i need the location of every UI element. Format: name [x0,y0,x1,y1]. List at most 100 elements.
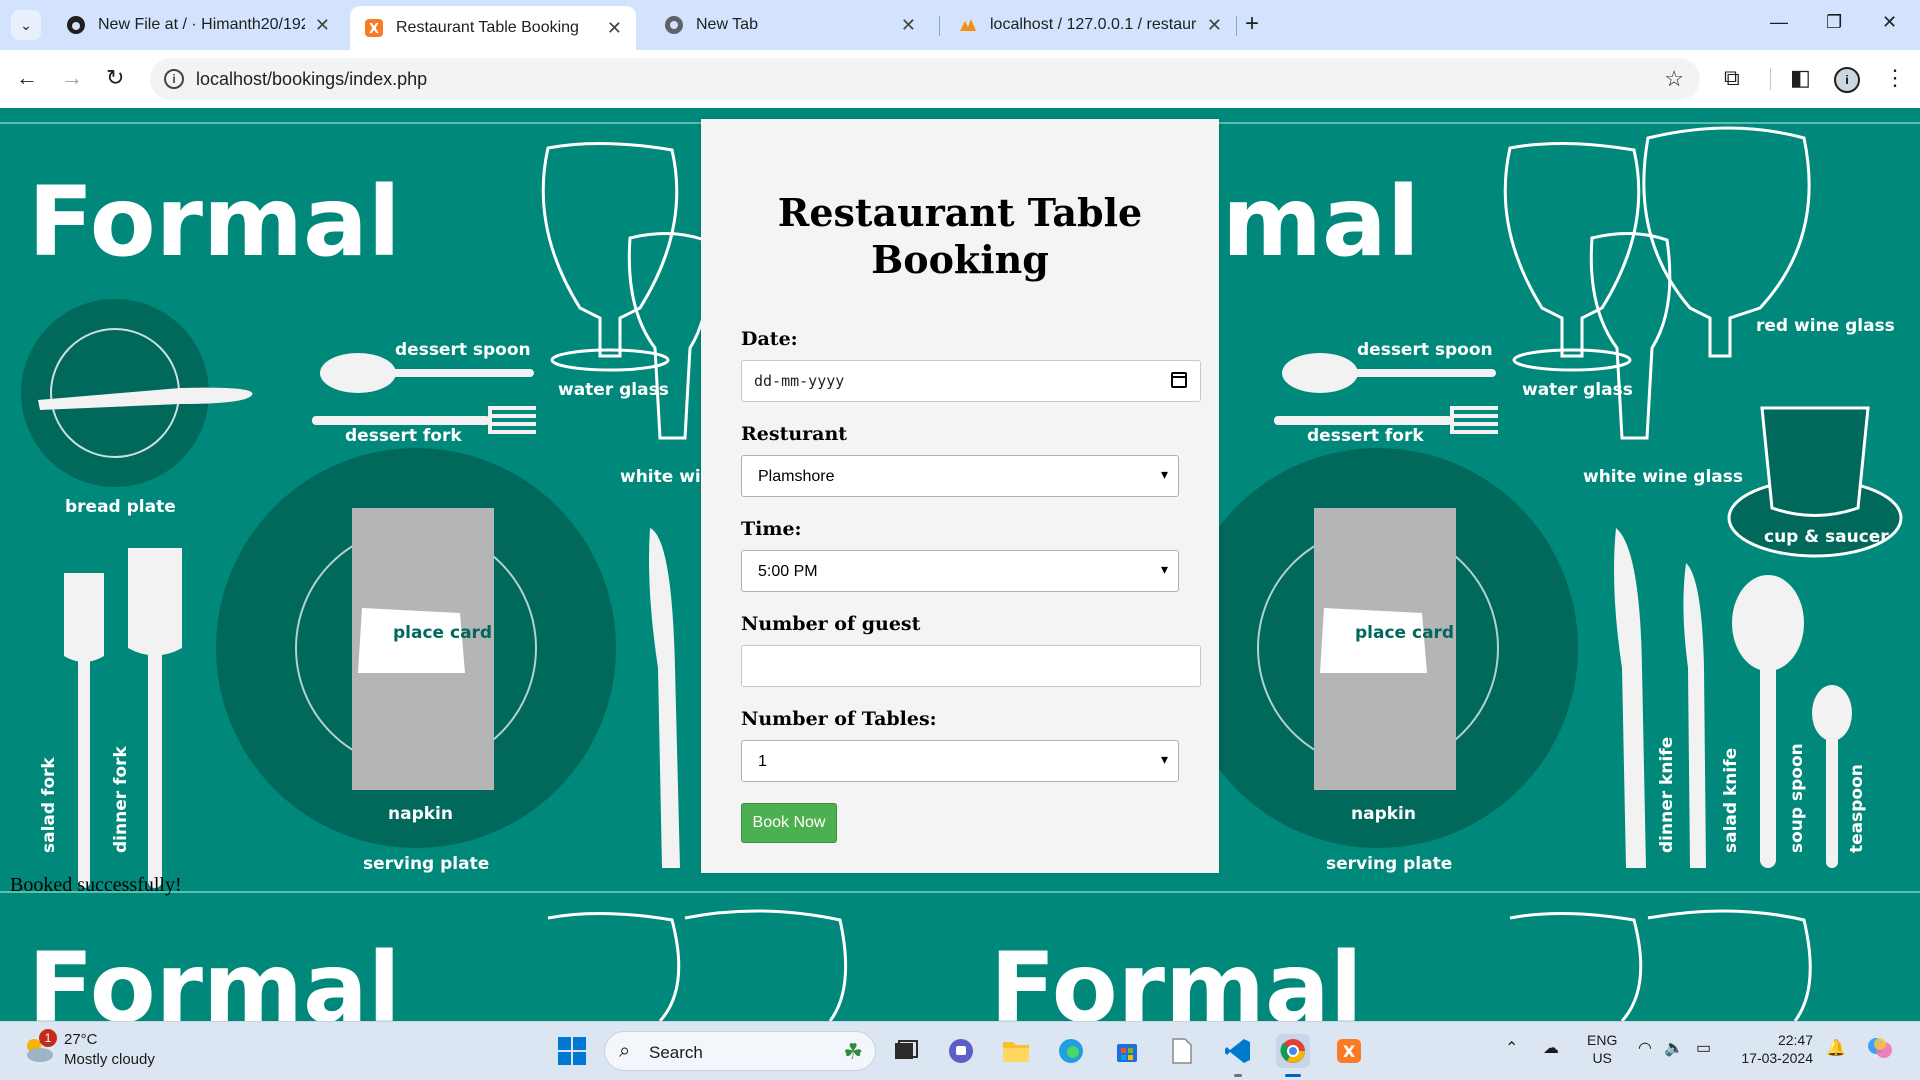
active-indicator [1285,1074,1301,1077]
page-content: Formal bread plate dessert spoon dessert… [0,108,1920,1021]
new-tab-plus-icon[interactable]: + [1245,12,1259,36]
forward-arrow-icon[interactable]: → [61,66,83,90]
restore-icon[interactable]: ❐ [1826,12,1842,33]
tables-select[interactable]: 1 ▾ [741,740,1179,782]
onedrive-cloud-icon[interactable]: ☁ [1543,1038,1559,1058]
svg-text:cup & saucer: cup & saucer [1764,527,1889,547]
notification-bell-icon[interactable]: 🔔 [1826,1038,1846,1058]
edge-browser-icon[interactable] [1054,1034,1088,1068]
shamrock-icon: ☘ [843,1039,863,1064]
wifi-icon[interactable]: ◠ [1638,1038,1652,1058]
start-windows-icon[interactable] [555,1034,589,1068]
tab-phpmyadmin[interactable]: localhost / 127.0.0.1 / restauran ✕ [944,6,1236,44]
tab-new-tab[interactable]: New Tab ✕ [650,6,930,44]
guests-label: Number of guest [741,613,921,635]
date-placeholder: dd-mm-yyyy [754,372,845,390]
copilot-icon[interactable] [1866,1034,1894,1067]
tables-label: Number of Tables: [741,708,937,730]
tab-strip: ⌄ New File at / · Himanth20/1921 ✕ X Res… [0,0,1920,50]
tab-title: Restaurant Table Booking [396,19,579,36]
svg-text:bread plate: bread plate [65,497,176,517]
tab-restaurant-booking[interactable]: X Restaurant Table Booking ✕ [350,6,636,50]
notepad-file-icon[interactable] [1165,1034,1199,1068]
bookmark-star-icon[interactable]: ☆ [1664,66,1684,92]
time-value: 5:00 PM [758,563,818,580]
tables-value: 1 [758,753,767,770]
xampp-icon: X [364,18,384,38]
restaurant-select[interactable]: Plamshore ▾ [741,455,1179,497]
time-select[interactable]: 5:00 PM ▾ [741,550,1179,592]
browser-toolbar: ← → ↻ i localhost/bookings/index.php ☆ ⧉… [0,50,1920,108]
xampp-icon[interactable]: X [1332,1034,1366,1068]
svg-text:teaspoon: teaspoon [1847,764,1867,853]
teams-chat-icon[interactable] [944,1034,978,1068]
url-text[interactable]: localhost/bookings/index.php [196,69,427,90]
extensions-icon[interactable]: ⧉ [1724,65,1740,91]
task-view-icon[interactable] [889,1034,923,1068]
svg-text:dessert fork: dessert fork [1307,426,1424,446]
svg-text:red wine glass: red wine glass [1756,316,1895,336]
guests-input[interactable] [741,645,1201,687]
back-arrow-icon[interactable]: ← [16,66,38,90]
close-icon[interactable]: ✕ [315,15,330,36]
chrome-icon[interactable] [1276,1034,1310,1068]
svg-text:dinner knife: dinner knife [1657,737,1677,853]
window-close-icon[interactable]: ✕ [1882,12,1897,33]
github-icon [66,15,86,35]
page-title: Restaurant Table Booking [701,189,1219,283]
minimize-icon[interactable]: — [1770,12,1788,33]
svg-text:X: X [1343,1042,1356,1061]
address-bar[interactable]: i localhost/bookings/index.php ☆ [150,58,1700,100]
wallpaper-word: mal [1222,166,1420,278]
close-icon[interactable]: ✕ [901,15,916,36]
system-clock[interactable]: 22:47 17-03-2024 [1733,1031,1813,1067]
title-line-1: Restaurant Table [777,190,1143,235]
close-icon[interactable]: ✕ [1207,15,1222,36]
tab-title: New File at / · Himanth20/1921 [98,16,305,33]
restaurant-label: Resturant [741,423,848,445]
svg-text:water glass: water glass [1522,380,1633,400]
svg-text:place card: place card [1355,623,1454,643]
language-indicator[interactable]: ENG US [1587,1031,1617,1067]
wallpaper-word: Formal [990,932,1363,1021]
time-label: Time: [741,518,802,540]
search-icon: ⌕ [619,1040,631,1062]
vscode-icon[interactable] [1221,1034,1255,1068]
reload-icon[interactable]: ↻ [106,66,124,90]
volume-icon[interactable]: 🔈 [1664,1038,1684,1058]
clock-time: 22:47 [1777,1032,1813,1048]
tab-github[interactable]: New File at / · Himanth20/1921 ✕ [52,6,344,44]
close-icon[interactable]: ✕ [607,18,622,39]
ms-store-icon[interactable] [1110,1034,1144,1068]
profile-avatar[interactable]: i [1834,67,1860,93]
chevron-up-icon[interactable]: ⌃ [1505,1038,1518,1058]
file-explorer-icon[interactable] [999,1034,1033,1068]
svg-text:white wine glass: white wine glass [1583,467,1743,487]
weather-description[interactable]: Mostly cloudy [64,1051,155,1068]
side-panel-icon[interactable]: ◧ [1790,65,1811,91]
weather-temperature[interactable]: 27°C [64,1031,98,1048]
svg-text:water glass: water glass [558,380,669,400]
site-info-icon[interactable]: i [164,69,184,89]
svg-text:soup spoon: soup spoon [1787,743,1807,853]
svg-text:salad fork: salad fork [39,757,59,853]
chevron-down-icon: ▾ [1160,561,1168,577]
svg-text:white win: white win [620,467,713,487]
tab-search-button[interactable]: ⌄ [11,10,41,40]
book-now-button[interactable]: Book Now [741,803,837,843]
svg-text:dessert spoon: dessert spoon [1357,340,1493,360]
booking-success-message: Booked successfully! [10,874,182,896]
taskbar-search[interactable]: ⌕ Search ☘ [604,1031,876,1071]
menu-kebab-icon[interactable]: ⋮ [1884,65,1906,91]
chevron-down-icon: ▾ [1160,466,1168,482]
booking-form-card: Restaurant Table Booking Date: dd-mm-yyy… [701,119,1219,873]
tab-title: New Tab [696,16,758,33]
lang-line-1: ENG [1587,1032,1618,1048]
date-input[interactable]: dd-mm-yyyy [741,360,1201,402]
tab-separator [1236,16,1237,36]
battery-icon[interactable]: ▭ [1696,1038,1711,1058]
svg-text:X: X [369,22,379,37]
wallpaper-word: Formal [28,932,401,1021]
svg-text:serving plate: serving plate [1326,854,1452,874]
calendar-icon[interactable] [1171,372,1187,388]
